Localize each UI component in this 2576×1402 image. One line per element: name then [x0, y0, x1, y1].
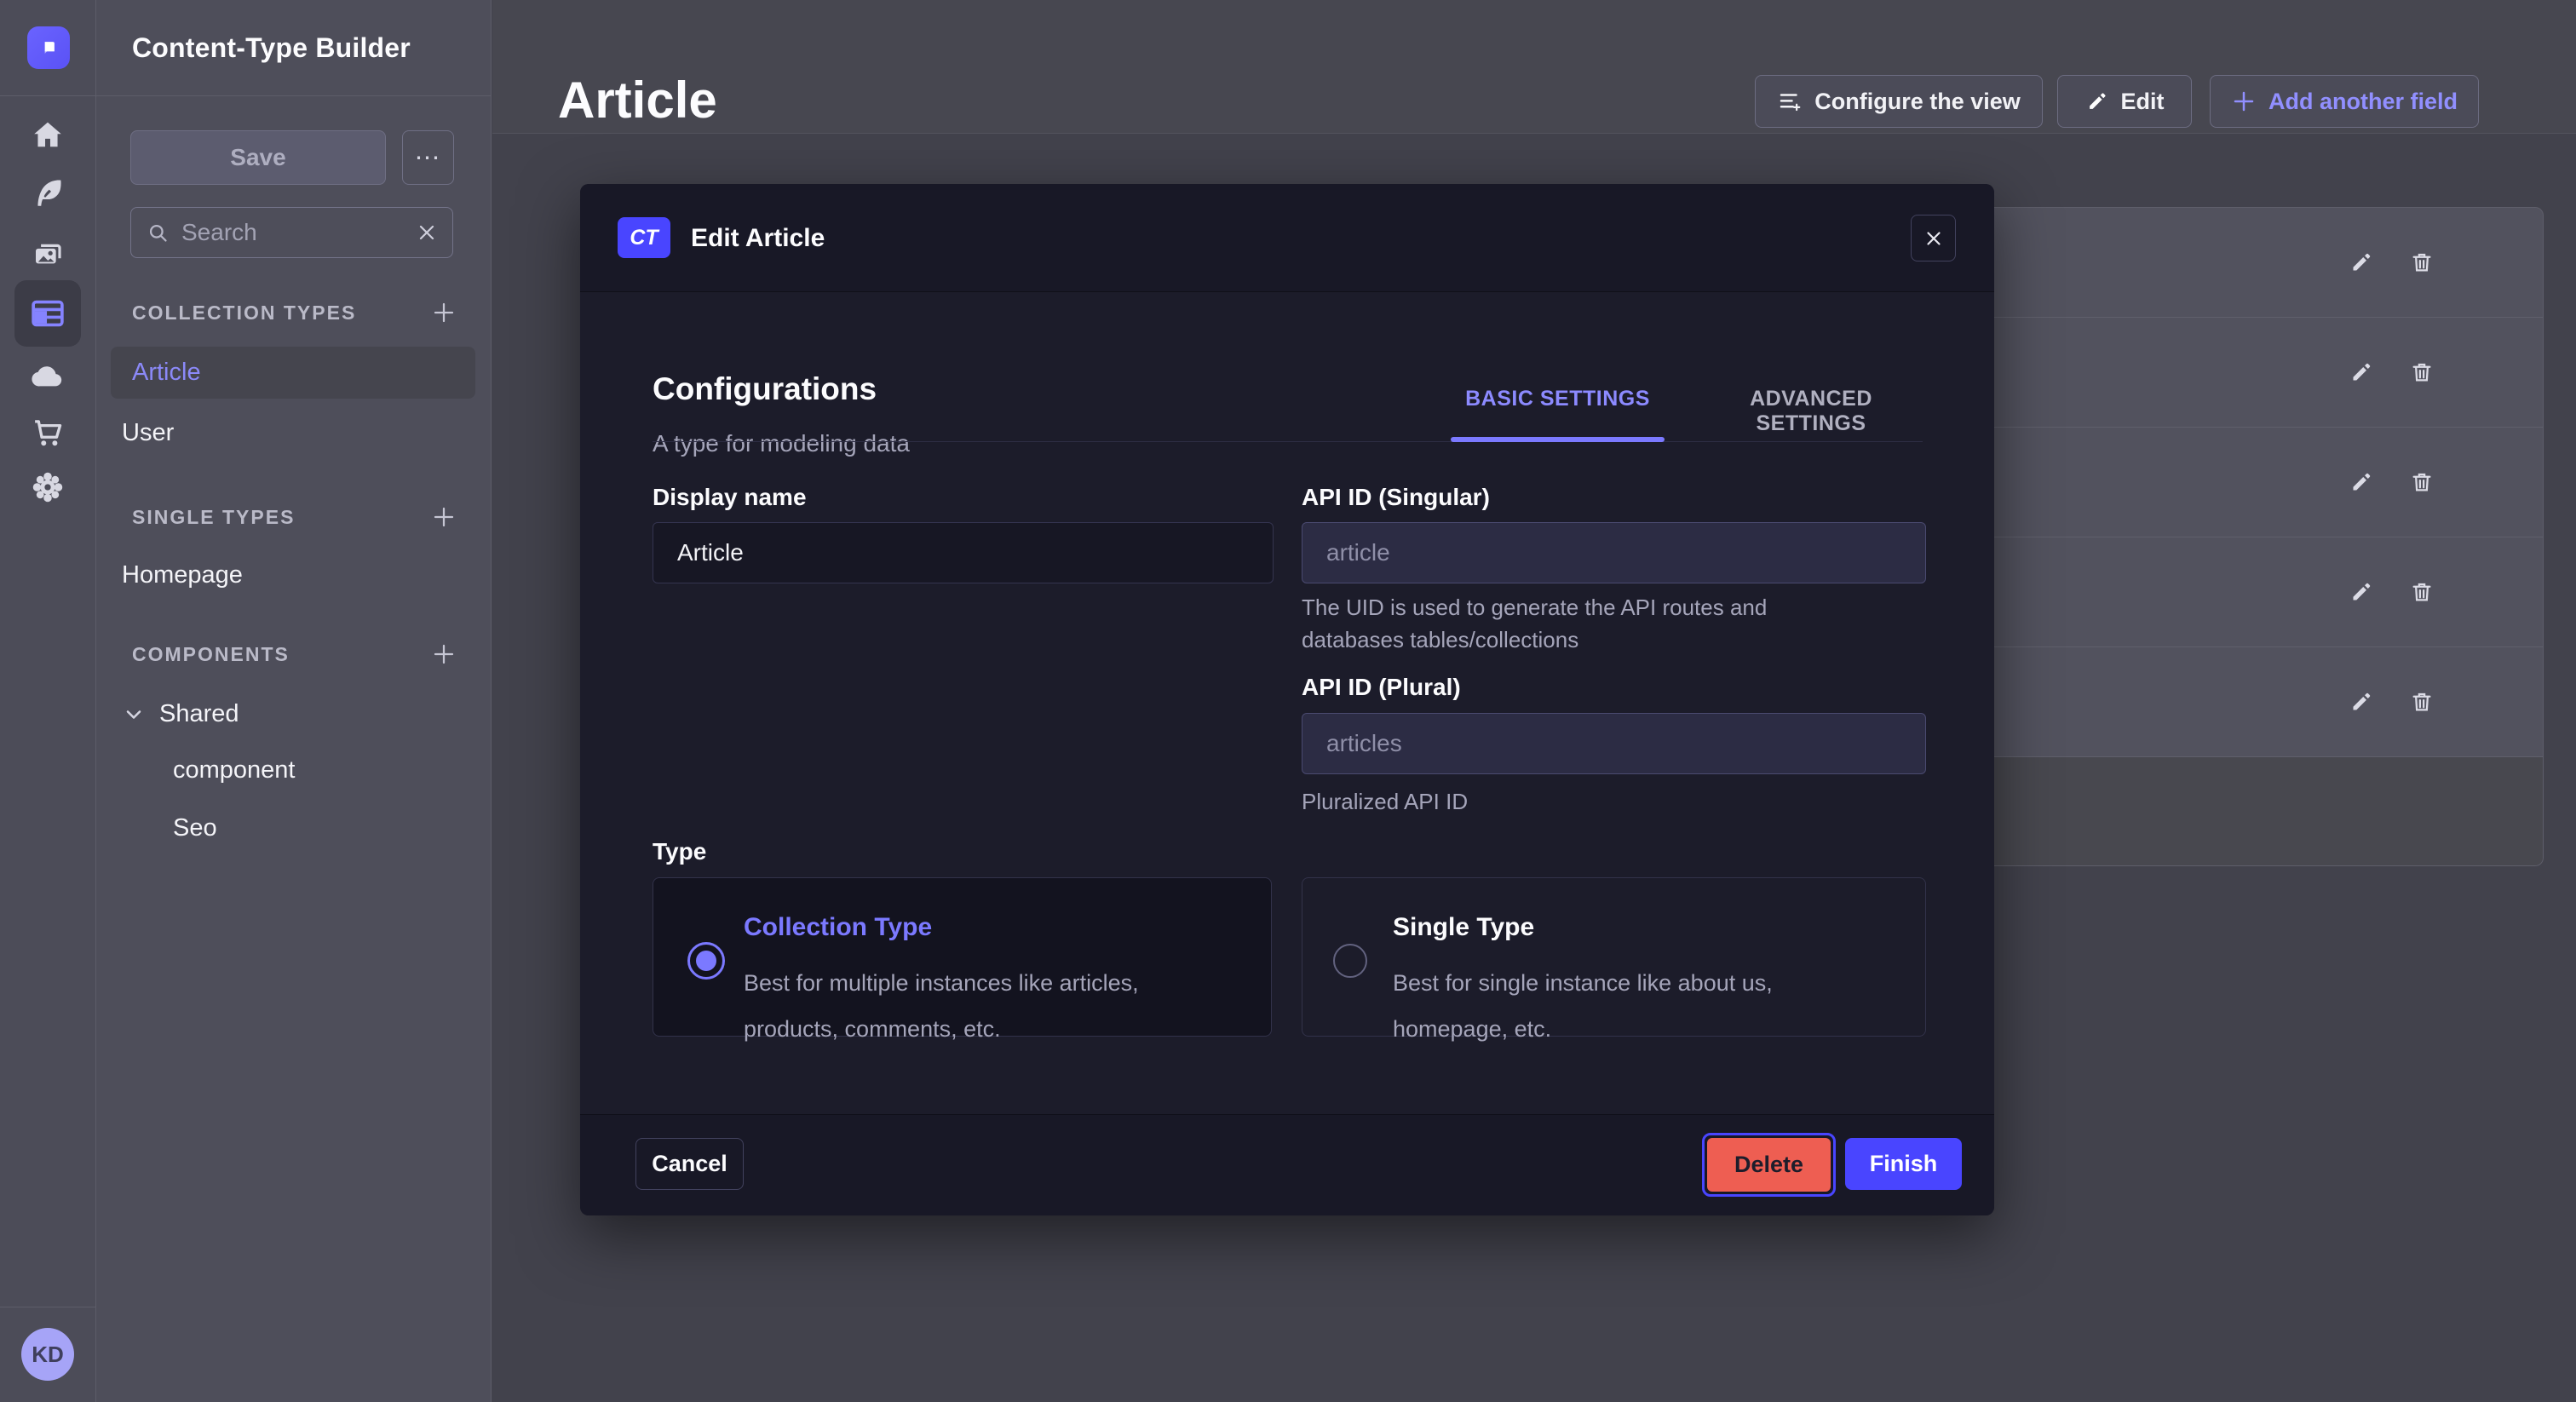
sidebar-item-homepage[interactable]: Homepage [122, 561, 243, 589]
api-id-singular-label: API ID (Singular) [1302, 484, 1490, 511]
modal-header: CT Edit Article [580, 184, 1994, 292]
sidebar-item-user[interactable]: User [122, 419, 174, 447]
api-id-singular-hint: The UID is used to generate the API rout… [1302, 591, 1864, 656]
sidebar-search[interactable] [130, 207, 453, 258]
edit-button[interactable]: Edit [2057, 75, 2192, 128]
api-id-plural-input[interactable] [1302, 713, 1926, 774]
trash-icon[interactable] [2405, 465, 2439, 499]
edit-icon[interactable] [2344, 465, 2378, 499]
section-title: Configurations [653, 371, 877, 407]
sidebar-item-component[interactable]: component [173, 756, 296, 784]
delete-button[interactable]: Delete [1707, 1138, 1831, 1192]
plus-icon [2231, 89, 2257, 114]
configure-view-button[interactable]: Configure the view [1755, 75, 2043, 128]
single-type-title: Single Type [1393, 913, 1534, 942]
finish-button[interactable]: Finish [1845, 1138, 1962, 1190]
home-icon[interactable] [29, 117, 66, 154]
settings-icon[interactable] [29, 468, 66, 506]
radio-unselected-icon[interactable] [1333, 944, 1367, 978]
section-single-types: SINGLE TYPES [132, 504, 457, 530]
save-button[interactable]: Save [130, 130, 386, 185]
plugin-sidebar: Content-Type Builder Save ⋯ COLLECTION T… [96, 0, 492, 1402]
logo-box [0, 0, 96, 96]
trash-icon[interactable] [2405, 355, 2439, 389]
trash-icon[interactable] [2405, 685, 2439, 719]
collection-type-description: Best for multiple instances like article… [744, 960, 1238, 1052]
app-screen: KD Content-Type Builder Save ⋯ COLLECTIO… [0, 0, 2576, 1402]
search-icon [147, 221, 170, 244]
chevron-down-icon [122, 703, 146, 727]
media-library-icon[interactable] [29, 235, 66, 273]
active-tab-underline [1451, 437, 1665, 442]
api-id-singular-input[interactable] [1302, 522, 1926, 583]
edit-content-type-modal: CT Edit Article Configurations A type fo… [580, 184, 1994, 1215]
configure-list-icon [1777, 89, 1803, 114]
single-type-description: Best for single instance like about us, … [1393, 960, 1887, 1052]
content-manager-icon[interactable] [29, 175, 66, 212]
user-avatar[interactable]: KD [21, 1328, 74, 1381]
section-components: COMPONENTS [132, 641, 457, 667]
plugin-title: Content-Type Builder [132, 32, 411, 64]
clear-search-icon[interactable] [417, 222, 437, 243]
content-type-badge: CT [618, 217, 670, 258]
close-icon[interactable] [1911, 215, 1956, 261]
main-nav-rail: KD [0, 0, 96, 1402]
trash-icon[interactable] [2405, 575, 2439, 609]
add-single-type-button[interactable] [431, 504, 457, 530]
collection-type-title: Collection Type [744, 913, 932, 942]
trash-icon[interactable] [2405, 245, 2439, 279]
add-another-field-button[interactable]: Add another field [2210, 75, 2479, 128]
marketplace-icon[interactable] [29, 414, 66, 451]
type-label: Type [653, 838, 706, 865]
cancel-button[interactable]: Cancel [635, 1138, 744, 1190]
section-collection-types: COLLECTION TYPES [132, 300, 457, 325]
ellipsis-icon: ⋯ [415, 143, 442, 173]
api-id-plural-label: API ID (Plural) [1302, 674, 1461, 701]
strapi-logo-icon[interactable] [27, 26, 70, 69]
delete-button-focus-ring: Delete [1702, 1133, 1836, 1197]
api-id-plural-hint: Pluralized API ID [1302, 785, 1864, 818]
add-collection-type-button[interactable] [431, 300, 457, 325]
edit-icon[interactable] [2344, 685, 2378, 719]
tab-advanced-settings[interactable]: ADVANCED SETTINGS [1692, 387, 1930, 436]
collection-type-option[interactable]: Collection Type Best for multiple instan… [653, 877, 1272, 1037]
search-input[interactable] [181, 219, 405, 246]
edit-icon[interactable] [2344, 575, 2378, 609]
cloud-icon[interactable] [29, 358, 66, 395]
page-title: Article [558, 71, 717, 129]
section-subtitle: A type for modeling data [653, 430, 910, 457]
radio-selected-icon[interactable] [687, 942, 725, 980]
modal-title: Edit Article [691, 224, 825, 253]
content-type-builder-icon[interactable] [14, 280, 81, 347]
single-type-option[interactable]: Single Type Best for single instance lik… [1302, 877, 1926, 1037]
more-options-button[interactable]: ⋯ [402, 130, 454, 185]
tabs-divider [653, 441, 1923, 442]
edit-icon[interactable] [2344, 245, 2378, 279]
display-name-input[interactable] [653, 522, 1274, 583]
modal-footer: Cancel Delete Finish [580, 1114, 1994, 1215]
add-component-button[interactable] [431, 641, 457, 667]
sidebar-group-shared[interactable]: Shared [122, 700, 239, 728]
plugin-sidebar-header: Content-Type Builder [96, 0, 491, 96]
tab-basic-settings[interactable]: BASIC SETTINGS [1451, 387, 1665, 411]
display-name-label: Display name [653, 484, 807, 511]
pencil-icon [2085, 89, 2109, 113]
sidebar-item-article[interactable]: Article [111, 347, 475, 399]
sidebar-item-seo[interactable]: Seo [173, 814, 217, 842]
edit-icon[interactable] [2344, 355, 2378, 389]
